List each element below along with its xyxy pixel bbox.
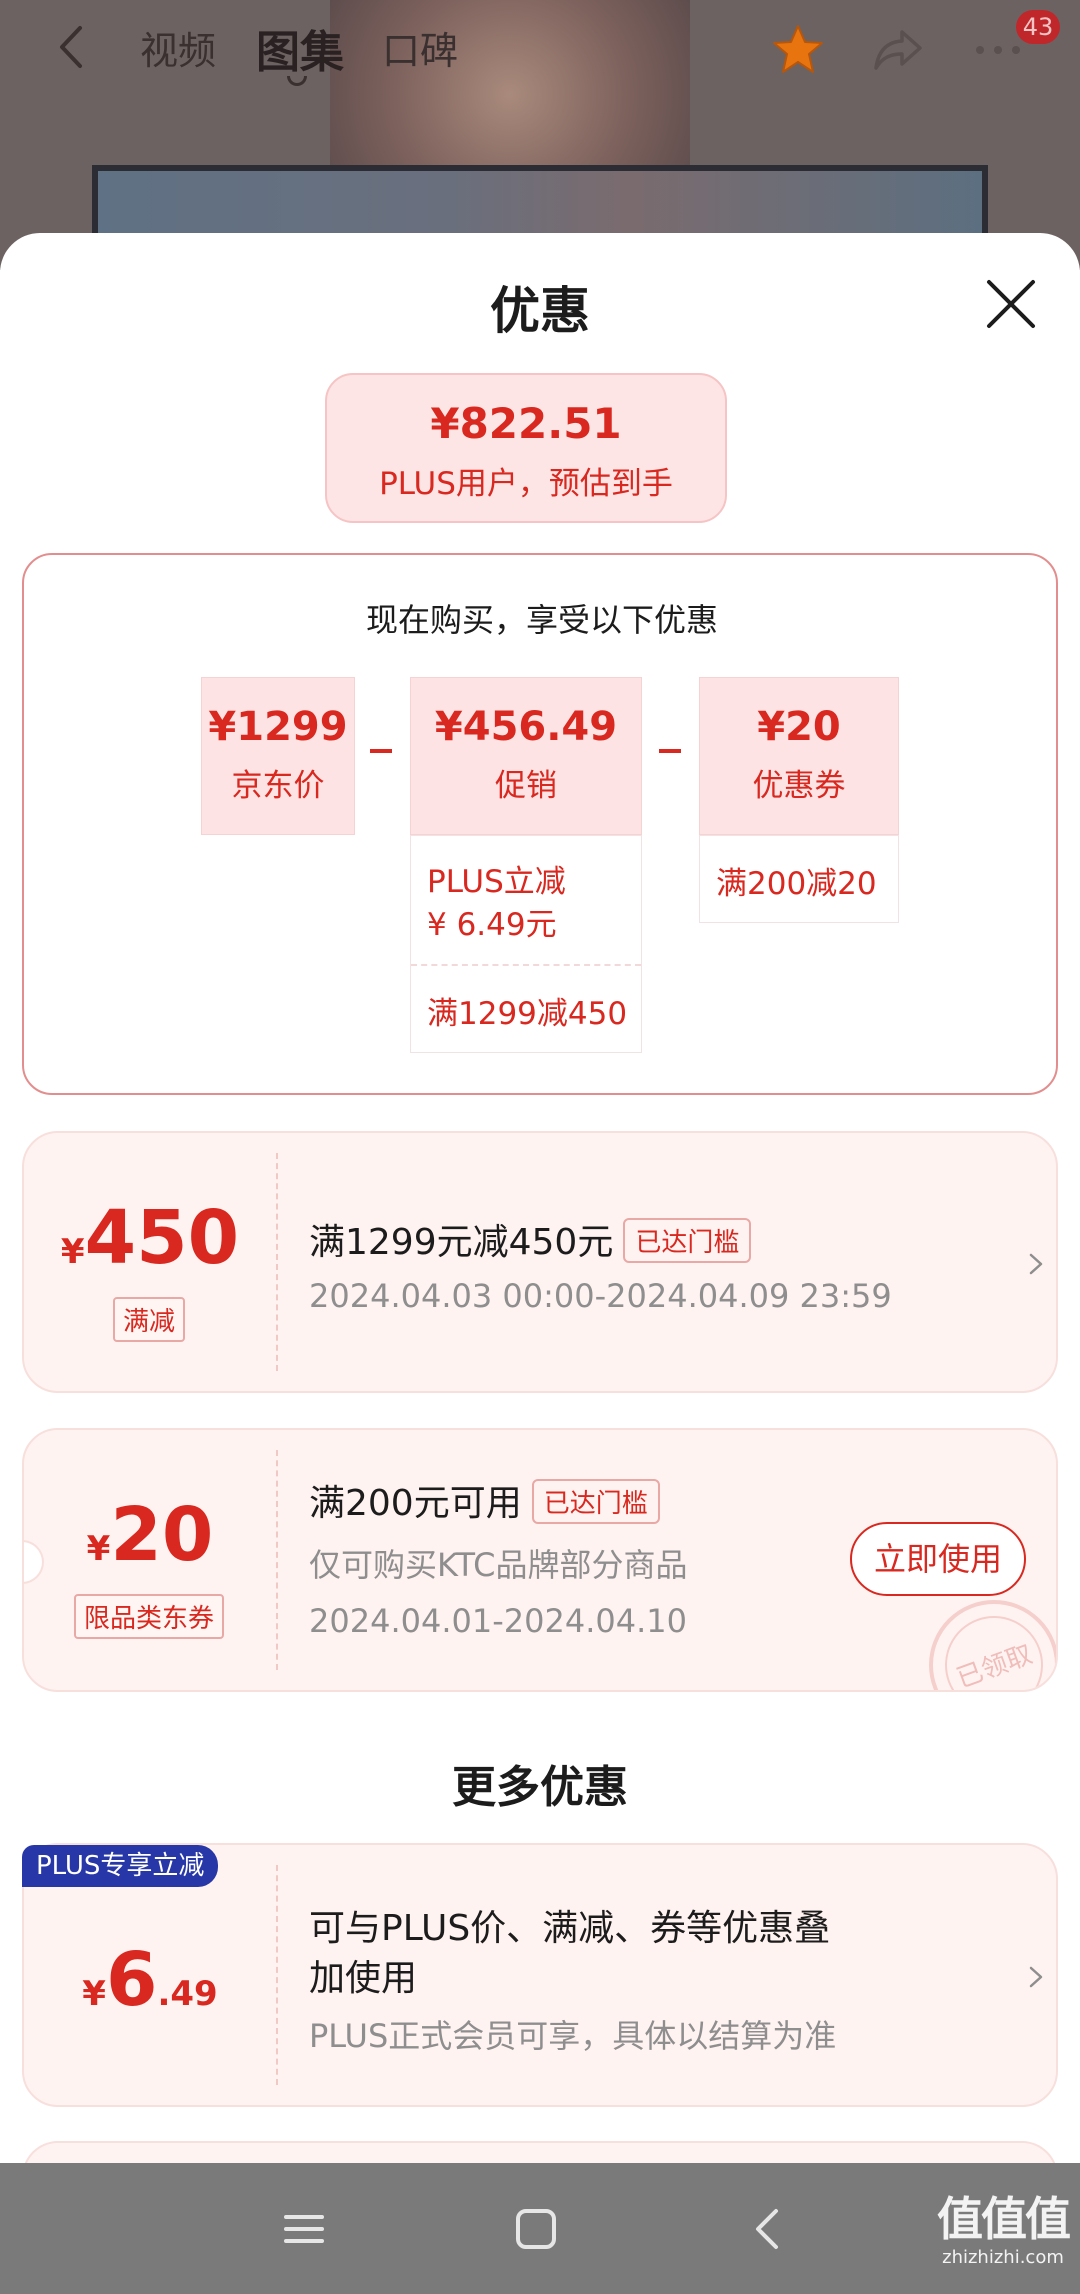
coupon-value: ¥20 bbox=[757, 704, 841, 750]
share-icon[interactable] bbox=[870, 22, 926, 78]
use-now-button[interactable]: 立即使用 bbox=[850, 1522, 1026, 1596]
tab-video[interactable]: 视频 bbox=[140, 20, 216, 75]
estimated-price-label: PLUS用户，预估到手 bbox=[379, 466, 673, 502]
star-icon[interactable] bbox=[770, 22, 826, 78]
coupon-validity: 2024.04.03 00:00-2024.04.09 23:59 bbox=[309, 1277, 892, 1315]
coupon-amount: ¥20 bbox=[86, 1492, 214, 1578]
chevron-right-icon[interactable] bbox=[1024, 1252, 1048, 1276]
estimated-price: ¥822.51 bbox=[430, 399, 622, 448]
promotion-details: PLUS立减 ¥ 6.49元 满1299减450 bbox=[410, 835, 642, 1053]
home-icon[interactable] bbox=[512, 2205, 560, 2253]
price-breakdown: 现在购买，享受以下优惠 ¥1299 京东价 ¥456.49 促销 PLUS立减 … bbox=[22, 553, 1058, 1095]
plus-exclusive-tag: PLUS专享立减 bbox=[22, 1845, 219, 1887]
full-reduction-card[interactable]: ¥450 满减 满1299元减450元 已达门槛 2024.04.03 00:00… bbox=[22, 1131, 1058, 1393]
coupon-details: 满200减20 bbox=[699, 835, 899, 923]
sheet-title: 优惠 bbox=[490, 282, 590, 340]
promotion-value: ¥456.49 bbox=[434, 704, 618, 750]
promotion-box: ¥456.49 促销 bbox=[410, 677, 642, 835]
back-icon[interactable] bbox=[48, 22, 98, 72]
coupon-title: 满1299元减450元 已达门槛 bbox=[309, 1213, 752, 1267]
breakdown-title: 现在购买，享受以下优惠 bbox=[365, 601, 718, 639]
plus-discount-amount: ¥6.49 bbox=[82, 1937, 218, 2023]
close-icon[interactable] bbox=[985, 278, 1037, 330]
coupon-amount-panel: ¥20 限品类东券 bbox=[24, 1430, 276, 1690]
top-navigation: 视频 图集 口碑 43 bbox=[0, 0, 1080, 100]
active-tab-indicator bbox=[287, 76, 307, 86]
minus-sign bbox=[659, 749, 681, 753]
jd-price-label: 京东价 bbox=[231, 768, 325, 804]
more-offers-title: 更多优惠 bbox=[452, 1762, 628, 1813]
plus-offer-title-line1: 可与PLUS价、满减、券等优惠叠 bbox=[309, 1908, 831, 1949]
discount-sheet: 优惠 ¥822.51 PLUS用户，预估到手 现在购买，享受以下优惠 ¥1299… bbox=[0, 233, 1080, 2181]
threshold-reached-badge: 已达门槛 bbox=[531, 1478, 660, 1524]
coupon-validity: 2024.04.01-2024.04.10 bbox=[309, 1602, 687, 1640]
back-icon[interactable] bbox=[744, 2205, 792, 2253]
card-divider bbox=[276, 1153, 278, 1371]
plus-offer-subtitle: PLUS正式会员可享，具体以结算为准 bbox=[309, 2017, 837, 2055]
full-reduction-rule: 满1299减450 bbox=[427, 996, 628, 1032]
estimated-price-box: ¥822.51 PLUS用户，预估到手 bbox=[325, 373, 727, 523]
plus-discount-amount: ¥ 6.49元 bbox=[427, 907, 557, 943]
minus-sign bbox=[370, 749, 392, 753]
coupon-label: 优惠券 bbox=[752, 768, 846, 804]
coupon-amount-panel: ¥450 满减 bbox=[24, 1133, 276, 1391]
coupon-rule: 满200减20 bbox=[716, 866, 877, 902]
coupon-type-tag: 限品类东券 bbox=[74, 1594, 225, 1639]
tab-reviews[interactable]: 口碑 bbox=[382, 20, 458, 75]
product-header-backdrop: 视频 图集 口碑 43 bbox=[0, 0, 1080, 270]
site-watermark: 值值值 zhizhizhi.com bbox=[937, 2192, 1071, 2268]
tab-gallery[interactable]: 图集 bbox=[256, 16, 344, 80]
plus-discount-label: PLUS立减 bbox=[427, 864, 566, 900]
jd-price-box: ¥1299 京东价 bbox=[201, 677, 355, 835]
card-divider bbox=[276, 1865, 278, 2085]
promotion-label: 促销 bbox=[495, 768, 557, 804]
detail-divider bbox=[411, 964, 641, 966]
card-divider bbox=[276, 1450, 278, 1670]
category-coupon-card: ¥20 限品类东券 满200元可用 已达门槛 仅可购买KTC品牌部分商品 2024… bbox=[22, 1428, 1058, 1692]
message-count-badge: 43 bbox=[1016, 10, 1060, 44]
coupon-type-tag: 满减 bbox=[113, 1297, 186, 1342]
plus-offer-title-line2: 加使用 bbox=[309, 1958, 418, 1999]
jd-price-value: ¥1299 bbox=[208, 704, 348, 750]
coupon-title: 满200元可用 已达门槛 bbox=[309, 1474, 660, 1528]
coupon-box: ¥20 优惠券 bbox=[699, 677, 899, 835]
system-navigation-bar: 值值值 zhizhizhi.com bbox=[0, 2163, 1080, 2294]
chevron-right-icon[interactable] bbox=[1024, 1965, 1048, 1989]
threshold-reached-badge: 已达门槛 bbox=[623, 1217, 752, 1263]
menu-icon[interactable] bbox=[280, 2205, 328, 2253]
coupon-amount: ¥450 bbox=[60, 1195, 240, 1281]
coupon-scope: 仅可购买KTC品牌部分商品 bbox=[309, 1546, 688, 1584]
claimed-stamp: 已领取 bbox=[929, 1600, 1056, 1690]
